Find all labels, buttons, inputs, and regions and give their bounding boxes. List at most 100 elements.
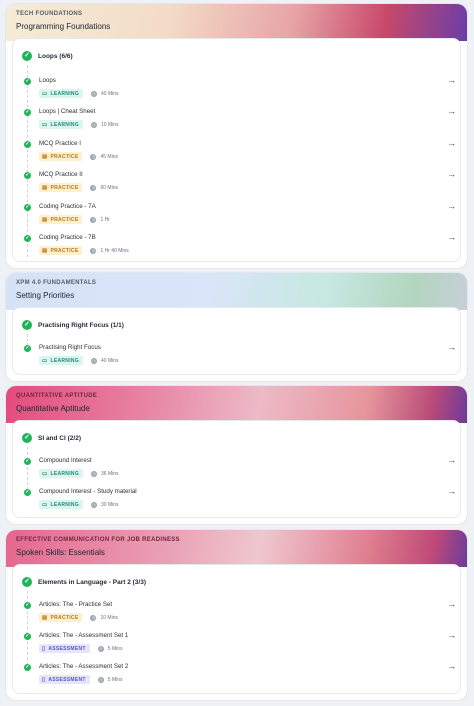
item-title: Compound Interest [39,457,92,464]
arrow-right-icon[interactable]: → [447,661,456,671]
arrow-right-icon[interactable]: → [447,169,456,179]
item-duration: 1 Hr 40 Mins [100,247,129,254]
card-title: Quantitative Aptitude [16,404,90,413]
card-header: EFFECTIVE COMMUNICATION FOR JOB READINES… [6,530,467,567]
check-circle-icon: ✓ [24,489,31,496]
book-icon: ▭ [42,90,48,97]
arrow-right-icon[interactable]: → [447,486,456,496]
arrow-right-icon[interactable]: → [447,630,456,640]
arrow-right-icon[interactable]: → [447,455,456,465]
arrow-right-icon[interactable]: → [447,201,456,211]
check-circle-icon: ✓ [24,458,31,465]
type-badge: ▭ LEARNING [39,120,84,129]
section-header[interactable]: ✓ SI and CI (2/2) [22,433,81,443]
item-duration: 30 Mins [101,501,119,508]
clipboard-icon: ▤ [42,247,48,254]
card-title: Programming Foundations [16,22,111,31]
item-title: Articles: The - Practice Set [39,601,113,608]
check-circle-icon: ✓ [22,51,32,61]
clock-icon: ◷ [97,645,104,652]
book-icon: ▭ [42,470,48,477]
item-title: Articles: The - Assessment Set 2 [39,663,129,670]
section-title: SI and CI (2/2) [38,434,81,442]
list-item[interactable]: ✓ MCQ Practice II ▤ PRACTICE ◷ 60 Mins → [13,169,460,195]
clock-icon: ◷ [91,90,98,97]
clipboard-icon: ▤ [42,614,48,621]
item-duration: 10 Mins [101,121,119,128]
type-badge: ▤ PRACTICE [39,613,83,622]
list-item[interactable]: ✓ Compound Interest - Study material ▭ LE… [13,486,460,512]
list-item[interactable]: ✓ Articles: The - Practice Set ▤ PRACTICE… [13,599,460,625]
card-header: XPM 4.0 FUNDAMENTALS Setting Priorities [6,273,467,310]
item-duration: 5 Mins [107,676,123,683]
clipboard-icon: ▤ [42,216,48,223]
check-circle-icon: ✓ [24,235,31,242]
item-title: Loops [39,77,56,84]
clock-icon: ◷ [90,216,97,223]
item-duration: 36 Mins [101,470,119,477]
list-item[interactable]: ✓ Articles: The - Assessment Set 2 ▯ ASSE… [13,661,460,687]
card-category: EFFECTIVE COMMUNICATION FOR JOB READINES… [16,537,180,543]
section-header[interactable]: ✓ Elements in Language - Part 2 (3/3) [22,577,146,587]
list-item[interactable]: ✓ Coding Practice - 7A ▤ PRACTICE ◷ 1 Hr → [13,201,460,227]
book-icon: ▭ [42,357,48,364]
section-header[interactable]: ✓ Loops (6/6) [22,51,73,61]
type-badge: ▭ LEARNING [39,89,84,98]
type-badge: ▯ ASSESSMENT [39,675,90,684]
check-circle-icon: ✓ [24,204,31,211]
list-item[interactable]: ✓ Compound Interest ▭ LEARNING ◷ 36 Mins → [13,455,460,481]
list-item[interactable]: ✓ Articles: The - Assessment Set 1 ▯ ASSE… [13,630,460,656]
list-item[interactable]: ✓ Practising Right Focus ▭ LEARNING ◷ 40 Mi… [13,342,460,368]
item-title: Loops | Cheat Sheet [39,108,96,115]
type-badge: ▤ PRACTICE [39,215,83,224]
type-badge: ▤ PRACTICE [39,183,83,192]
check-circle-icon: ✓ [24,664,31,671]
section-title: Elements in Language - Part 2 (3/3) [38,578,146,586]
check-circle-icon: ✓ [24,602,31,609]
clock-icon: ◷ [91,470,98,477]
check-circle-icon: ✓ [24,345,31,352]
clipboard-icon: ▤ [42,153,48,160]
document-icon: ▯ [42,645,46,652]
type-badge: ▤ PRACTICE [39,246,83,255]
item-title: Compound Interest - Study material [39,488,137,495]
module-panel: ✓ Elements in Language - Part 2 (3/3) ✓ … [12,564,461,694]
list-item[interactable]: ✓ MCQ Practice I ▤ PRACTICE ◷ 45 Mins → [13,138,460,164]
course-card-setting-priorities: XPM 4.0 FUNDAMENTALS Setting Priorities … [6,273,467,381]
item-duration: 1 Hr [100,216,110,223]
list-item[interactable]: ✓ Loops ▭ LEARNING ◷ 40 Mins → [13,75,460,101]
course-card-programming-foundations: TECH FOUNDATIONS Programming Foundations… [6,4,467,268]
clipboard-icon: ▤ [42,184,48,191]
check-circle-icon: ✓ [22,577,32,587]
arrow-right-icon[interactable]: → [447,599,456,609]
module-panel: ✓ Practising Right Focus (1/1) ✓ Practis… [12,307,461,375]
clock-icon: ◷ [90,153,97,160]
arrow-right-icon[interactable]: → [447,75,456,85]
check-circle-icon: ✓ [24,78,31,85]
arrow-right-icon[interactable]: → [447,138,456,148]
book-icon: ▭ [42,501,48,508]
list-item[interactable]: ✓ Coding Practice - 7B ▤ PRACTICE ◷ 1 Hr 40… [13,232,460,258]
section-title: Practising Right Focus (1/1) [38,321,124,329]
book-icon: ▭ [42,121,48,128]
clock-icon: ◷ [91,357,98,364]
arrow-right-icon[interactable]: → [447,106,456,116]
item-duration: 45 Mins [100,153,118,160]
arrow-right-icon[interactable]: → [447,342,456,352]
check-circle-icon: ✓ [24,633,31,640]
card-title: Setting Priorities [16,291,75,300]
type-badge: ▭ LEARNING [39,356,84,365]
card-category: TECH FOUNDATIONS [16,11,83,17]
card-header: QUANTITATIVE APTITUDE Quantitative Aptit… [6,386,467,423]
card-header: TECH FOUNDATIONS Programming Foundations [6,4,467,41]
check-circle-icon: ✓ [22,433,32,443]
section-header[interactable]: ✓ Practising Right Focus (1/1) [22,320,124,330]
item-title: Practising Right Focus [39,344,101,351]
arrow-right-icon[interactable]: → [447,232,456,242]
type-badge: ▯ ASSESSMENT [39,644,90,653]
list-item[interactable]: ✓ Loops | Cheat Sheet ▭ LEARNING ◷ 10 Mins … [13,106,460,132]
item-title: MCQ Practice II [39,171,83,178]
module-panel: ✓ SI and CI (2/2) ✓ Compound Interest ▭ L… [12,420,461,518]
clock-icon: ◷ [91,121,98,128]
type-badge: ▭ LEARNING [39,469,84,478]
